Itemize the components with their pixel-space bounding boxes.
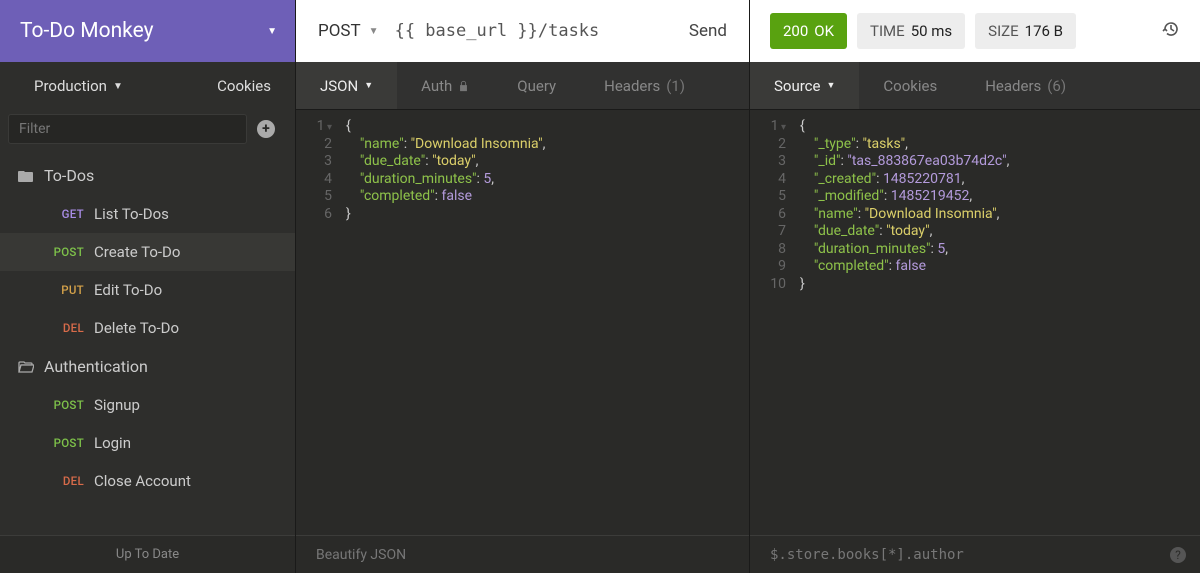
filter-input[interactable]	[8, 114, 247, 144]
url-input[interactable]: {{ base_url }}/tasks	[395, 21, 673, 41]
cookies-button[interactable]: Cookies	[217, 77, 271, 95]
tab-auth[interactable]: Auth	[397, 62, 493, 109]
request-item[interactable]: POST Signup	[0, 386, 295, 424]
headers-count: (6)	[1047, 77, 1066, 95]
folder-icon	[18, 169, 34, 183]
sidebar: To-Do Monkey ▼ Production ▼ Cookies + To…	[0, 0, 296, 573]
url-bar: POST ▼ {{ base_url }}/tasks Send	[296, 0, 749, 62]
folder-open-icon	[18, 360, 34, 374]
request-method: DEL	[42, 321, 84, 335]
workspace-name: To-Do Monkey	[20, 19, 154, 43]
chevron-down-icon: ▼	[826, 80, 835, 91]
request-method: GET	[42, 207, 84, 221]
response-panel: 200 OK TIME 50 ms SIZE 176 B Source ▼ Co…	[750, 0, 1200, 573]
tab-headers-label: Headers	[604, 77, 660, 95]
size-pill: SIZE 176 B	[975, 13, 1076, 49]
tab-query[interactable]: Query	[493, 62, 580, 109]
tab-query-label: Query	[517, 77, 556, 95]
tab-cookies-label: Cookies	[883, 77, 937, 95]
tab-cookies[interactable]: Cookies	[859, 62, 961, 109]
request-body-editor[interactable]: 123456 { "name": "Download Insomnia", "d…	[296, 110, 749, 535]
status-text: OK	[814, 22, 834, 40]
help-button[interactable]: ?	[1170, 547, 1186, 563]
request-method: DEL	[42, 474, 84, 488]
tab-headers-label: Headers	[985, 77, 1041, 95]
lock-icon	[458, 80, 469, 92]
tab-body-label: JSON	[320, 77, 358, 95]
time-label: TIME	[870, 22, 905, 40]
request-tabs: JSON ▼ Auth Query Headers (1)	[296, 62, 749, 110]
request-name: Edit To-Do	[94, 281, 162, 299]
request-method: PUT	[42, 283, 84, 297]
history-button[interactable]	[1162, 20, 1180, 42]
history-icon	[1162, 20, 1180, 38]
editor-content: { "name": "Download Insomnia", "due_date…	[346, 110, 749, 535]
tab-headers[interactable]: Headers (1)	[580, 62, 709, 109]
filter-row: +	[0, 110, 295, 156]
sync-status: Up To Date	[0, 535, 295, 573]
tab-source[interactable]: Source ▼	[750, 62, 859, 109]
tab-source-label: Source	[774, 77, 820, 95]
request-item[interactable]: POST Login	[0, 424, 295, 462]
workspace-dropdown[interactable]: To-Do Monkey ▼	[0, 0, 295, 62]
chevron-down-icon: ▼	[364, 80, 373, 91]
request-name: Login	[94, 434, 131, 452]
beautify-button[interactable]: Beautify JSON	[316, 547, 406, 563]
request-name: List To-Dos	[94, 205, 169, 223]
response-tabs: Source ▼ Cookies Headers (6)	[750, 62, 1200, 110]
time-value: 50 ms	[911, 22, 952, 40]
request-panel: POST ▼ {{ base_url }}/tasks Send JSON ▼ …	[296, 0, 750, 573]
sync-status-text: Up To Date	[116, 547, 179, 562]
status-pill: 200 OK	[770, 13, 847, 49]
request-method: POST	[42, 245, 84, 259]
time-pill: TIME 50 ms	[857, 13, 965, 49]
folder-label: To-Dos	[44, 166, 94, 185]
chevron-down-icon: ▼	[113, 81, 123, 92]
request-name: Create To-Do	[94, 243, 180, 261]
environment-dropdown[interactable]: Production ▼	[34, 77, 123, 95]
environment-name: Production	[34, 77, 107, 95]
request-name: Close Account	[94, 472, 191, 490]
request-method: POST	[42, 398, 84, 412]
request-item[interactable]: POST Create To-Do	[0, 233, 295, 271]
tab-auth-label: Auth	[421, 77, 452, 95]
request-method: POST	[42, 436, 84, 450]
request-item[interactable]: GET List To-Dos	[0, 195, 295, 233]
response-header: 200 OK TIME 50 ms SIZE 176 B	[750, 0, 1200, 62]
method-dropdown[interactable]: POST ▼	[318, 21, 379, 41]
request-name: Signup	[94, 396, 140, 414]
status-code: 200	[783, 22, 808, 40]
folder-todos[interactable]: To-Dos	[0, 156, 295, 195]
request-item[interactable]: DEL Delete To-Do	[0, 309, 295, 347]
editor-content: { "_type": "tasks", "_id": "tas_883867ea…	[800, 110, 1200, 535]
headers-count: (1)	[666, 77, 685, 95]
response-body-viewer[interactable]: 12345678910 { "_type": "tasks", "_id": "…	[750, 110, 1200, 535]
add-request-button[interactable]: +	[257, 120, 275, 138]
tab-body[interactable]: JSON ▼	[296, 62, 397, 109]
request-name: Delete To-Do	[94, 319, 179, 337]
folder-authentication[interactable]: Authentication	[0, 347, 295, 386]
request-item[interactable]: PUT Edit To-Do	[0, 271, 295, 309]
method-label: POST	[318, 21, 361, 41]
jsonpath-filter[interactable]: $.store.books[*].author	[770, 547, 964, 563]
send-button[interactable]: Send	[689, 21, 727, 41]
request-item[interactable]: DEL Close Account	[0, 462, 295, 500]
size-value: 176 B	[1025, 22, 1063, 40]
editor-gutter: 12345678910	[750, 110, 800, 535]
size-label: SIZE	[988, 22, 1019, 40]
environment-row: Production ▼ Cookies	[0, 62, 295, 110]
response-footer: $.store.books[*].author ?	[750, 535, 1200, 573]
folder-label: Authentication	[44, 357, 148, 376]
request-footer: Beautify JSON	[296, 535, 749, 573]
editor-gutter: 123456	[296, 110, 346, 535]
chevron-down-icon: ▼	[369, 26, 379, 37]
tab-res-headers[interactable]: Headers (6)	[961, 62, 1090, 109]
chevron-down-icon: ▼	[267, 26, 277, 37]
